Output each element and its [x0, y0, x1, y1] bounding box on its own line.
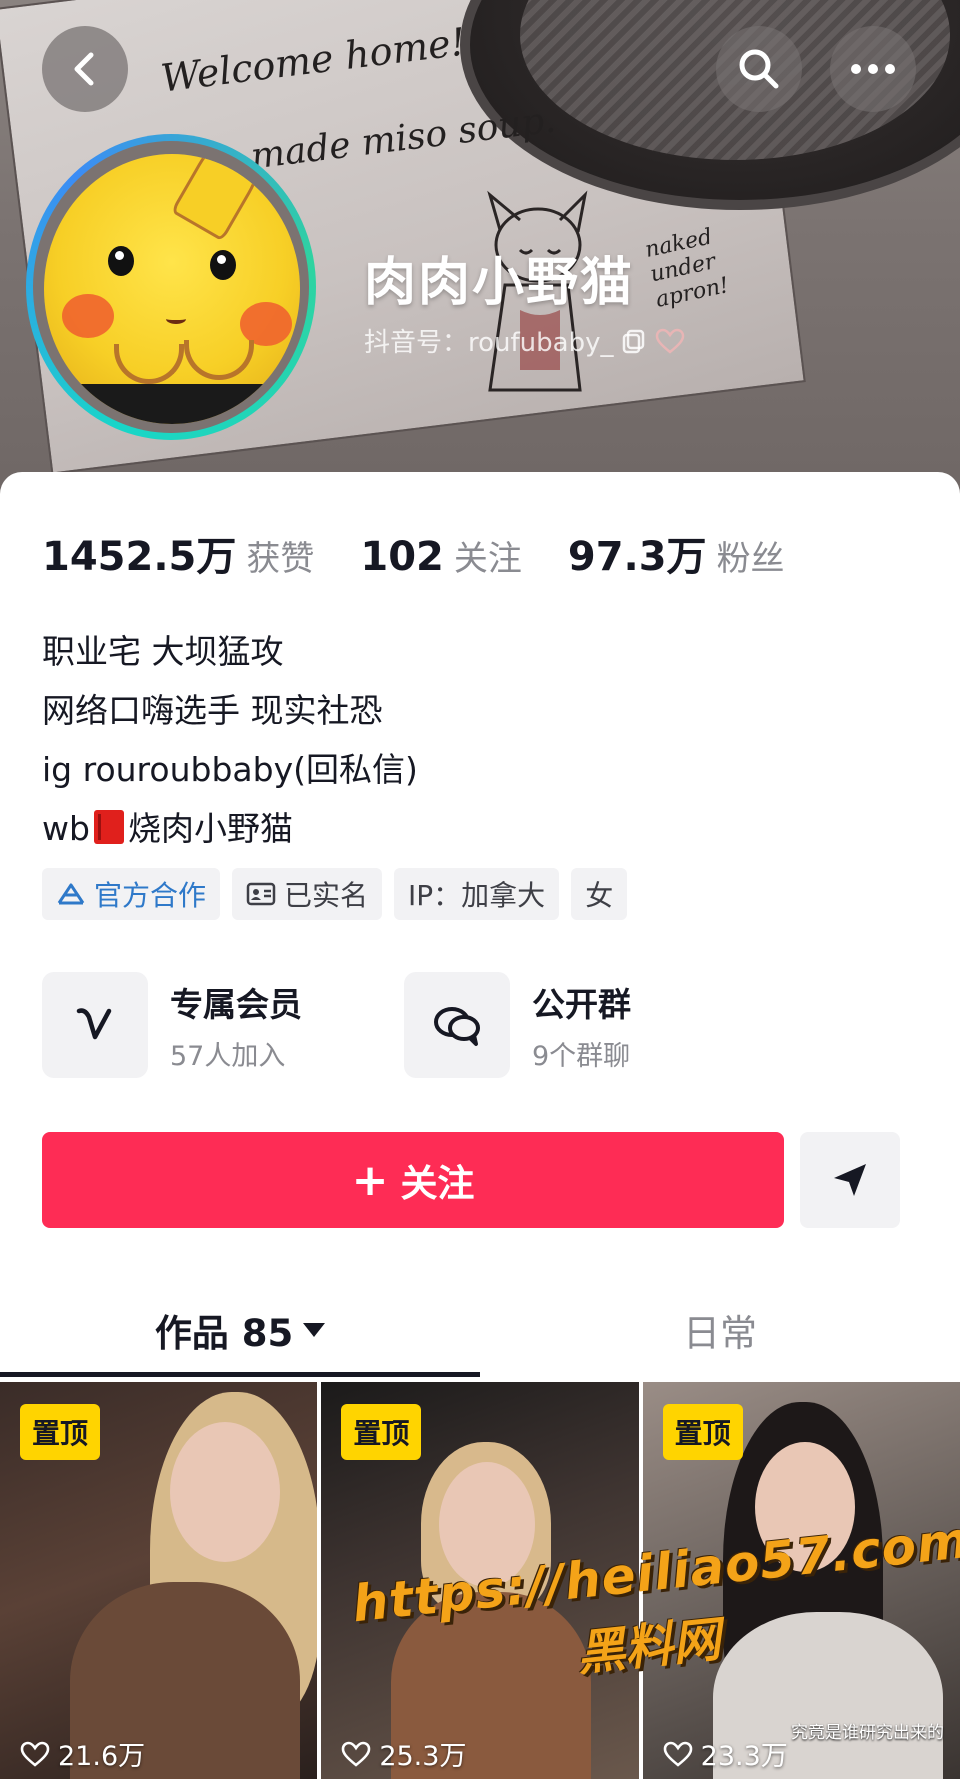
bio-line-3: ig rouroubbaby(回私信) [42, 750, 418, 789]
heart-outline-icon [342, 1741, 371, 1767]
tag-verified-name: 已实名 [232, 868, 383, 920]
pinned-badge: 置顶 [20, 1404, 101, 1460]
profile-tags: 官方合作 已实名 IP：加拿大 女 [42, 868, 628, 920]
tag-ip-location-label: IP：加拿大 [408, 879, 546, 912]
video-3-likes: 23.3万 [663, 1734, 788, 1773]
pinned-badge: 置顶 [341, 1404, 422, 1460]
heart-outline-icon [663, 1741, 692, 1767]
video-thumbnail-1[interactable]: 置顶 21.6万 [0, 1382, 318, 1779]
feature-public-group-title: 公开群 [532, 984, 631, 1024]
feature-public-group[interactable]: 公开群 9个群聊 [404, 972, 766, 1078]
video-1-face [170, 1422, 280, 1562]
video-3-caption: 究竟是谁研究出来的 [790, 1723, 944, 1743]
avatar-eye-right [210, 250, 236, 280]
tag-ip-location: IP：加拿大 [394, 868, 560, 920]
cover-note-line-3: naked under apron! [642, 224, 732, 313]
follow-button[interactable]: + 关注 [42, 1132, 784, 1228]
douyin-id[interactable]: 抖音号：roufubaby_ [364, 322, 685, 359]
video-1-likes: 21.6万 [20, 1734, 145, 1773]
tab-daily-label: 日常 [683, 1312, 757, 1355]
video-2-likes: 25.3万 [341, 1734, 466, 1773]
profile-bio: 职业宅 大坝猛攻 网络口嗨选手 现实社恐 ig rouroubbaby(回私信)… [42, 622, 418, 858]
tab-active-indicator [0, 1372, 480, 1377]
plus-icon: + [351, 1154, 389, 1206]
caret-down-icon [303, 1323, 326, 1337]
stat-following[interactable]: 102 关注 [360, 531, 522, 580]
back-button[interactable] [42, 26, 128, 112]
group-chat-icon [404, 972, 510, 1078]
bio-wb-prefix: wb [42, 809, 90, 848]
feature-membership-subtitle: 57人加入 [170, 1040, 286, 1072]
heart-outline-icon [656, 328, 685, 354]
profile-nickname: 肉肉小野猫 [364, 253, 635, 313]
follow-button-label: 关注 [400, 1162, 475, 1205]
search-icon [739, 49, 779, 89]
search-button[interactable] [716, 26, 802, 112]
official-partner-icon [57, 883, 85, 905]
avatar-cheek-left [62, 294, 114, 338]
feature-membership[interactable]: 专属会员 57人加入 [42, 972, 404, 1078]
stat-followers-value: 97.3万 [567, 534, 707, 580]
tab-daily[interactable]: 日常 [480, 1282, 960, 1378]
tag-verified-name-label: 已实名 [284, 879, 369, 912]
stat-likes-label: 获赞 [246, 539, 315, 579]
share-send-icon [834, 1164, 866, 1196]
douyin-id-text: 抖音号：roufubaby_ [364, 328, 614, 358]
heart-outline-icon [20, 1741, 50, 1767]
bio-line-1: 职业宅 大坝猛攻 [42, 632, 284, 671]
avatar[interactable] [44, 154, 300, 424]
feature-membership-title: 专属会员 [170, 984, 302, 1024]
bio-line-2: 网络口嗨选手 现实社恐 [42, 691, 383, 730]
tab-works-label: 作品 85 [154, 1312, 294, 1355]
stat-followers[interactable]: 97.3万 粉丝 [568, 524, 785, 582]
stat-following-label: 关注 [453, 539, 522, 579]
bio-wb-name: 烧肉小野猫 [127, 809, 293, 848]
video-2-likes-count: 25.3万 [379, 1741, 467, 1772]
stat-likes-value: 1452.5万 [42, 534, 237, 580]
video-1-likes-count: 21.6万 [58, 1741, 146, 1772]
feature-public-group-subtitle: 9个群聊 [532, 1040, 631, 1072]
tag-gender: 女 [571, 868, 628, 920]
tab-works[interactable]: 作品 85 [0, 1282, 480, 1378]
avatar-shadow [44, 384, 300, 424]
member-v-icon [42, 972, 148, 1078]
profile-stats: 1452.5万 获赞 102 关注 97.3万 粉丝 [42, 524, 831, 582]
video-3-likes-count: 23.3万 [700, 1741, 788, 1772]
bio-line-4: wb 烧肉小野猫 [42, 799, 418, 858]
share-button[interactable] [800, 1132, 900, 1228]
stat-likes[interactable]: 1452.5万 获赞 [42, 524, 314, 582]
avatar-mouth [166, 314, 186, 324]
stat-followers-label: 粉丝 [716, 539, 785, 579]
more-horizontal-icon [851, 64, 895, 74]
profile-tabs: 作品 85 日常 [0, 1282, 960, 1378]
avatar-arm-right [184, 340, 254, 380]
id-card-icon [246, 882, 276, 906]
profile-features: 专属会员 57人加入 公开群 9个群聊 [42, 972, 766, 1078]
copy-icon[interactable] [621, 328, 647, 354]
stat-following-value: 102 [360, 534, 444, 580]
tag-gender-label: 女 [585, 879, 614, 912]
avatar-arm-left [114, 344, 184, 384]
chevron-left-icon [74, 52, 94, 86]
avatar-eye-left [108, 246, 134, 276]
more-button[interactable] [830, 26, 916, 112]
tag-official-partner[interactable]: 官方合作 [42, 868, 221, 920]
tag-official-partner-label: 官方合作 [94, 879, 207, 912]
red-book-icon [93, 810, 124, 844]
pinned-badge: 置顶 [662, 1404, 743, 1460]
